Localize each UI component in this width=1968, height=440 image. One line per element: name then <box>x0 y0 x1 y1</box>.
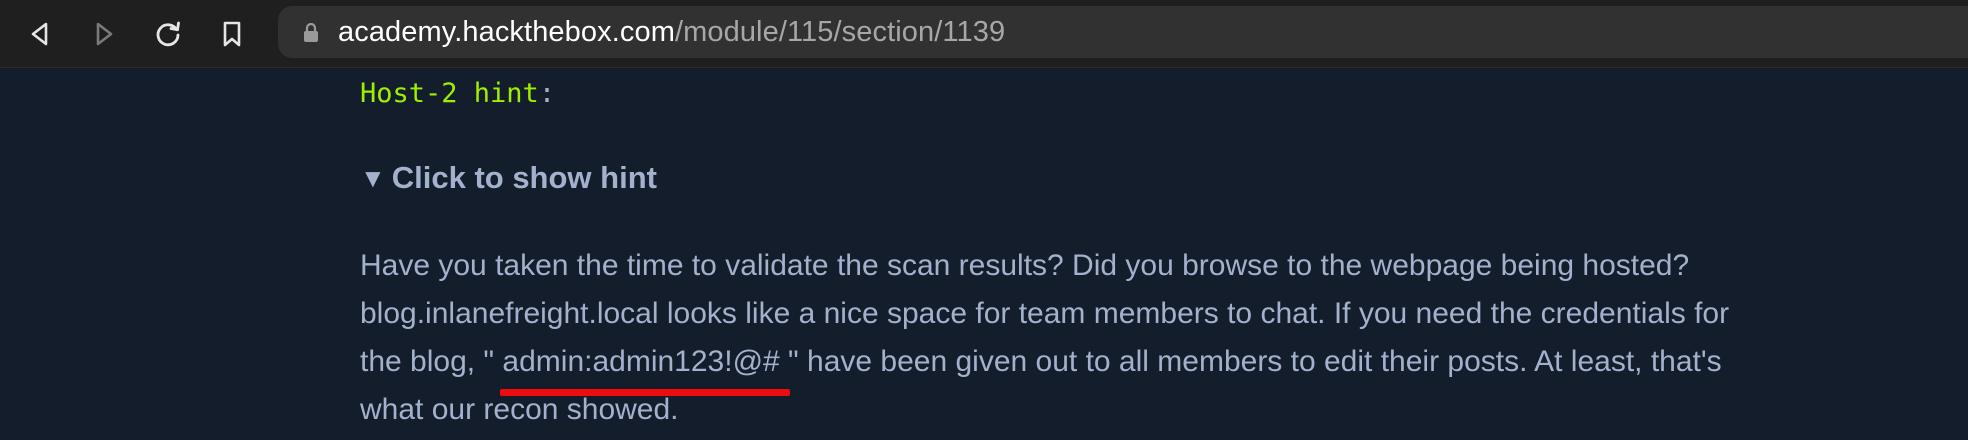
hint-line-2: blog.inlanefreight.local looks like a ni… <box>360 297 1730 330</box>
page-content: Host-2 hint: ▼ Click to show hint Have y… <box>0 68 1968 440</box>
forward-icon <box>96 22 113 46</box>
lock-icon <box>302 21 320 43</box>
hint-credentials: admin:admin123!@# <box>502 345 780 378</box>
forward-button[interactable] <box>82 12 126 56</box>
url-host: academy.hackthebox.com <box>338 15 675 48</box>
reload-icon <box>156 21 180 47</box>
host-hint-label: Host-2 hint <box>360 78 539 109</box>
bookmark-button[interactable] <box>210 12 254 56</box>
hint-line-3: the blog, " admin:admin123!@# " have bee… <box>360 338 1840 396</box>
back-button[interactable] <box>18 12 62 56</box>
expand-triangle-icon: ▼ <box>360 163 386 193</box>
host-hint-colon: : <box>538 78 556 109</box>
credentials-highlight: admin:admin123!@# <box>500 338 790 396</box>
back-icon <box>31 22 48 46</box>
reload-button[interactable] <box>146 12 190 56</box>
hint-line-1: Have you taken the time to validate the … <box>360 249 1690 282</box>
hint-line-3-prefix: the blog, " <box>360 345 503 378</box>
hint-text: Have you taken the time to validate the … <box>360 242 1840 434</box>
hint-toggle[interactable]: ▼ Click to show hint <box>360 160 657 196</box>
hint-toggle-label: Click to show hint <box>391 160 657 195</box>
url-path: /module/115/section/1139 <box>674 15 1006 48</box>
address-bar[interactable]: academy.hackthebox.com/module/115/sectio… <box>278 6 1968 58</box>
red-underline-annotation <box>500 389 790 396</box>
host-hint-heading: Host-2 hint: <box>360 78 555 109</box>
bookmark-icon <box>223 21 241 47</box>
url-text[interactable]: academy.hackthebox.com/module/115/sectio… <box>338 16 1005 49</box>
browser-toolbar: academy.hackthebox.com/module/115/sectio… <box>0 0 1968 68</box>
hint-line-3-suffix: " have been given out to all members to … <box>779 345 1722 378</box>
